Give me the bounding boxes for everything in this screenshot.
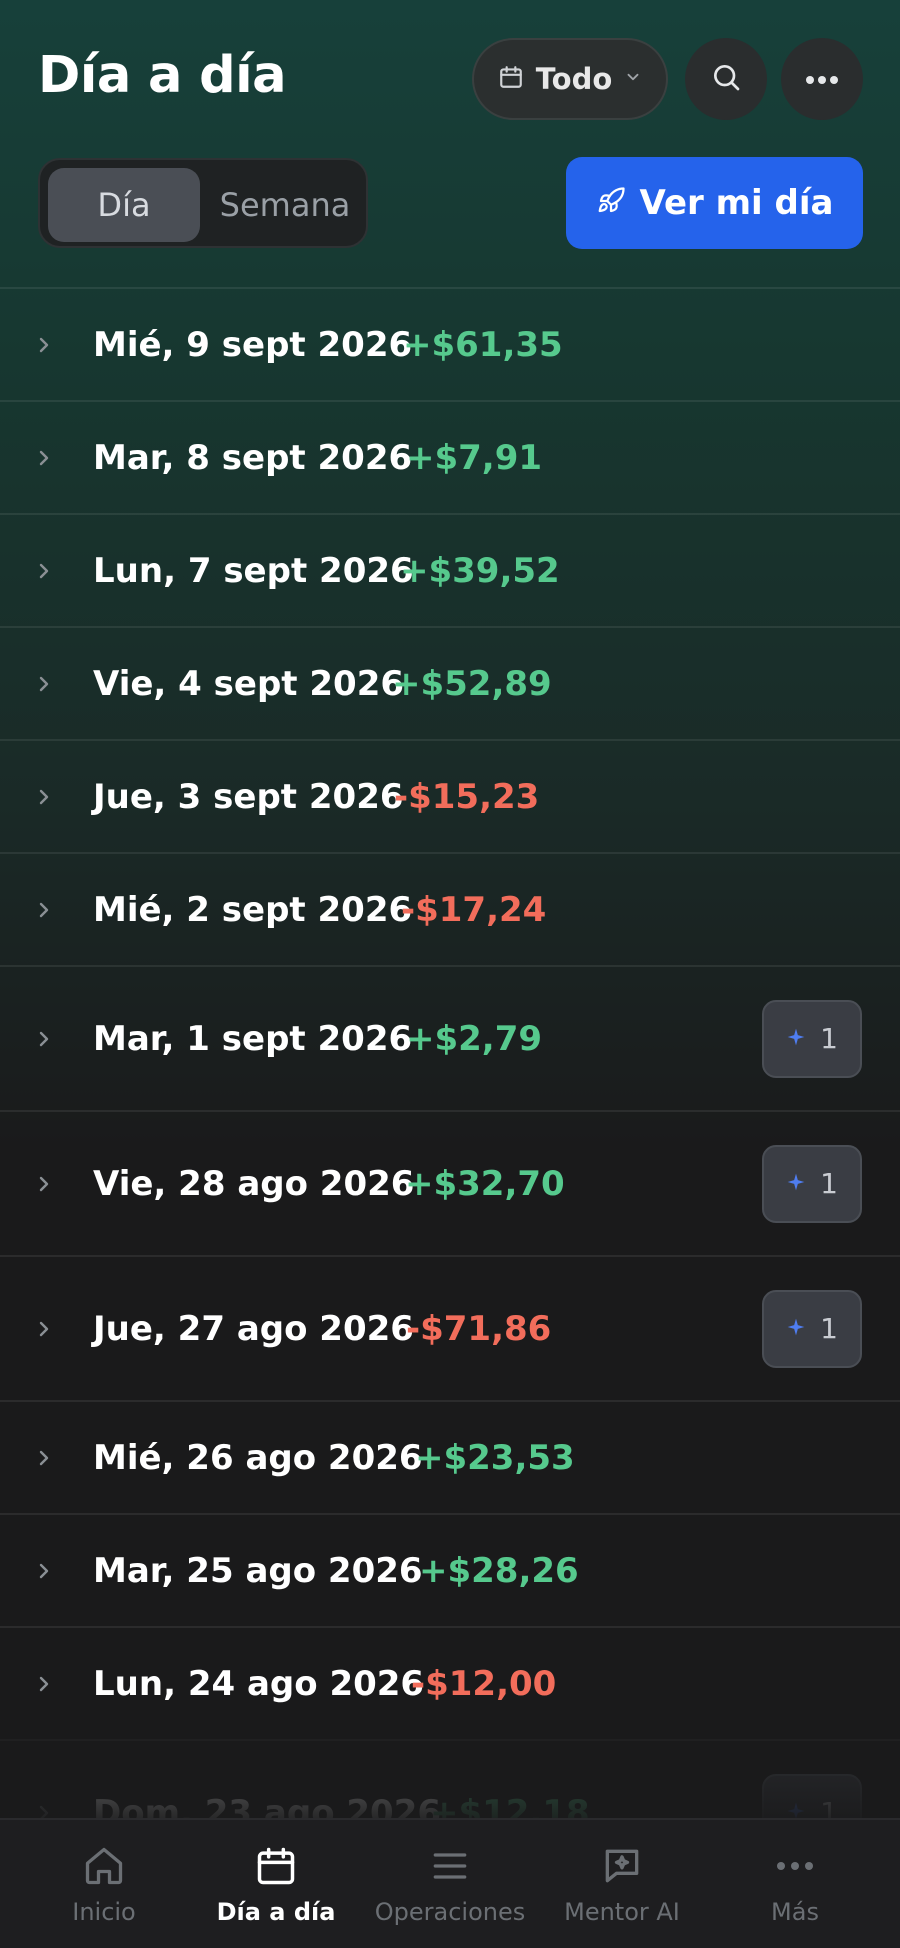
tab-label: Operaciones: [374, 1898, 526, 1926]
day-list: Mié, 9 sept 2026 +$61,35 Mar, 8 sept 2026 +…: [0, 287, 900, 1884]
day-date: Vie, 28 ago 2026: [93, 1163, 415, 1204]
chevron-right-icon: [34, 674, 54, 694]
day-date: Mié, 26 ago 2026: [93, 1437, 423, 1478]
day-date: Jue, 3 sept 2026: [93, 776, 404, 817]
ai-insight-badge[interactable]: 1: [762, 999, 862, 1078]
view-my-day-label: Ver mi día: [639, 183, 834, 223]
ai-insight-count: 1: [820, 1167, 838, 1200]
day-row[interactable]: Vie, 4 sept 2026 +$52,89: [0, 626, 900, 739]
page-title: Día a día: [38, 46, 287, 105]
search-icon: [710, 61, 742, 97]
sparkle-icon: [786, 1172, 806, 1196]
day-date: Lun, 7 sept 2026: [93, 550, 414, 591]
chevron-right-icon: [34, 1561, 54, 1581]
tab-mas[interactable]: Más: [710, 1820, 880, 1948]
sparkle-icon: [786, 1317, 806, 1341]
day-date: Mar, 8 sept 2026: [93, 437, 413, 478]
day-row[interactable]: Mar, 25 ago 2026 +$28,26: [0, 1513, 900, 1626]
view-my-day-button[interactable]: Ver mi día: [566, 157, 863, 249]
day-net-amount: +$32,70: [405, 1163, 565, 1204]
tab-label: Día a día: [216, 1898, 336, 1926]
chevron-right-icon: [34, 1674, 54, 1694]
chevron-right-icon: [34, 1174, 54, 1194]
ai-insight-badge[interactable]: 1: [762, 1144, 862, 1223]
bottom-tab-bar: Inicio Día a día Operaciones Mentor AI M…: [0, 1818, 900, 1948]
view-mode-toggle: Día Semana: [38, 158, 368, 248]
chevron-right-icon: [34, 335, 54, 355]
calendar-icon: [254, 1844, 298, 1888]
day-net-amount: -$71,86: [406, 1308, 552, 1349]
toggle-day[interactable]: Día: [48, 168, 200, 242]
home-icon: [82, 1844, 126, 1888]
chat-sparkle-icon: [600, 1844, 644, 1888]
chevron-right-icon: [34, 900, 54, 920]
day-row[interactable]: Mar, 8 sept 2026 +$7,91: [0, 400, 900, 513]
day-date: Mar, 25 ago 2026: [93, 1550, 423, 1591]
chevron-right-icon: [34, 561, 54, 581]
day-net-amount: +$23,53: [415, 1437, 575, 1478]
more-horizontal-icon: [804, 70, 840, 89]
chevron-right-icon: [34, 787, 54, 807]
chevron-right-icon: [34, 1319, 54, 1339]
tab-operaciones[interactable]: Operaciones: [365, 1820, 535, 1948]
day-row[interactable]: Mié, 26 ago 2026 +$23,53: [0, 1400, 900, 1513]
day-net-amount: +$52,89: [392, 663, 552, 704]
day-row[interactable]: Mié, 9 sept 2026 +$61,35: [0, 287, 900, 400]
day-row[interactable]: Lun, 7 sept 2026 +$39,52: [0, 513, 900, 626]
tab-label: Más: [771, 1898, 819, 1926]
day-row[interactable]: Mié, 2 sept 2026 -$17,24: [0, 852, 900, 965]
list-icon: [428, 1844, 472, 1888]
header: Día a día Todo Día Semana Ver mi día: [0, 0, 900, 287]
day-date: Mié, 9 sept 2026: [93, 324, 413, 365]
day-net-amount: +$39,52: [400, 550, 560, 591]
day-date: Mié, 2 sept 2026: [93, 889, 413, 930]
calendar-icon: [498, 64, 524, 94]
day-net-amount: -$17,24: [401, 889, 547, 930]
day-net-amount: +$7,91: [406, 437, 543, 478]
search-button[interactable]: [685, 38, 767, 120]
day-date: Lun, 24 ago 2026: [93, 1663, 425, 1704]
ai-insight-badge[interactable]: 1: [762, 1289, 862, 1368]
toggle-week[interactable]: Semana: [206, 168, 364, 242]
chevron-right-icon: [34, 1448, 54, 1468]
tab-inicio[interactable]: Inicio: [19, 1820, 189, 1948]
day-row[interactable]: Lun, 24 ago 2026 -$12,00: [0, 1626, 900, 1739]
more-options-button[interactable]: [781, 38, 863, 120]
day-date: Jue, 27 ago 2026: [93, 1308, 414, 1349]
ai-insight-count: 1: [820, 1312, 838, 1345]
chevron-right-icon: [34, 448, 54, 468]
ai-insight-count: 1: [820, 1022, 838, 1055]
day-row[interactable]: Mar, 1 sept 2026 +$2,79 1: [0, 965, 900, 1110]
day-net-amount: +$2,79: [406, 1018, 543, 1059]
day-date: Vie, 4 sept 2026: [93, 663, 405, 704]
tab-dia-a-dia[interactable]: Día a día: [191, 1820, 361, 1948]
period-filter-label: Todo: [535, 62, 613, 96]
day-date: Mar, 1 sept 2026: [93, 1018, 413, 1059]
day-net-amount: -$12,00: [411, 1663, 557, 1704]
chevron-right-icon: [34, 1029, 54, 1049]
more-icon: [775, 1844, 815, 1888]
day-net-amount: +$28,26: [419, 1550, 579, 1591]
day-row[interactable]: Vie, 28 ago 2026 +$32,70 1: [0, 1110, 900, 1255]
tab-mentor-ai[interactable]: Mentor AI: [537, 1820, 707, 1948]
day-net-amount: +$61,35: [403, 324, 563, 365]
chevron-down-icon: [624, 68, 642, 90]
sparkle-icon: [786, 1027, 806, 1051]
tab-label: Mentor AI: [564, 1898, 680, 1926]
day-row[interactable]: Jue, 3 sept 2026 -$15,23: [0, 739, 900, 852]
tab-label: Inicio: [72, 1898, 136, 1926]
period-filter-button[interactable]: Todo: [472, 38, 668, 120]
day-row[interactable]: Jue, 27 ago 2026 -$71,86 1: [0, 1255, 900, 1400]
day-net-amount: -$15,23: [394, 776, 540, 817]
rocket-icon: [596, 186, 626, 220]
